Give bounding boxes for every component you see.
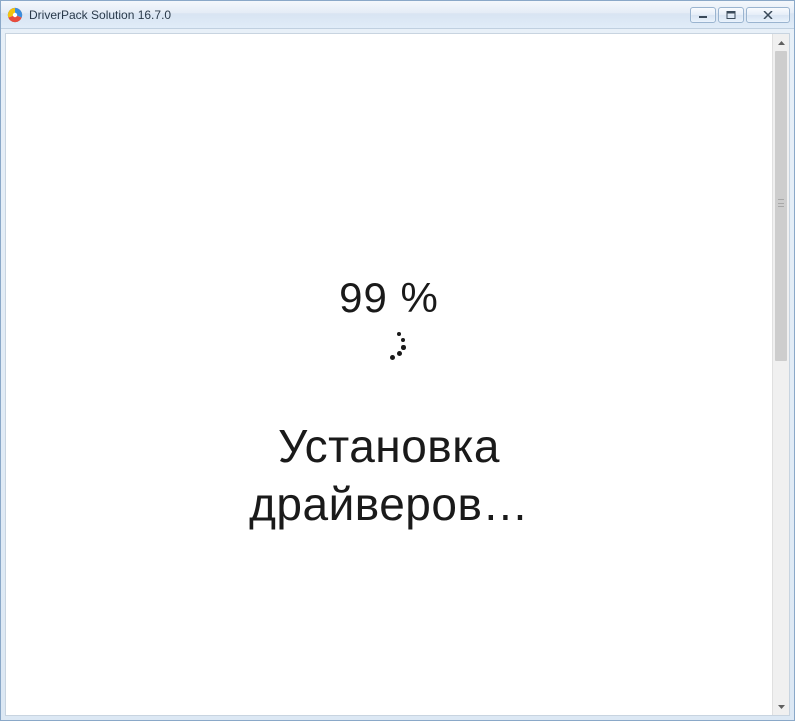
status-line-1: Установка [278,420,500,472]
maximize-button[interactable] [718,7,744,23]
minimize-button[interactable] [690,7,716,23]
progress-percent: 99 % [339,274,439,322]
scroll-thumb[interactable] [775,51,787,361]
status-line-2: драйверов… [249,478,529,530]
status-text: Установка драйверов… [249,418,529,533]
content-area: 99 % Установка драйверов… [6,34,772,715]
scroll-up-button[interactable] [773,34,789,51]
titlebar[interactable]: DriverPack Solution 16.7.0 [1,1,794,29]
window-controls [690,7,790,23]
content-wrapper: 99 % Установка драйверов… [5,33,790,716]
driverpack-icon [7,7,23,23]
loading-spinner-icon [371,328,407,364]
vertical-scrollbar[interactable] [772,34,789,715]
close-button[interactable] [746,7,790,23]
app-window: DriverPack Solution 16.7.0 99 % [0,0,795,721]
window-title: DriverPack Solution 16.7.0 [29,8,690,22]
scroll-down-button[interactable] [773,698,789,715]
